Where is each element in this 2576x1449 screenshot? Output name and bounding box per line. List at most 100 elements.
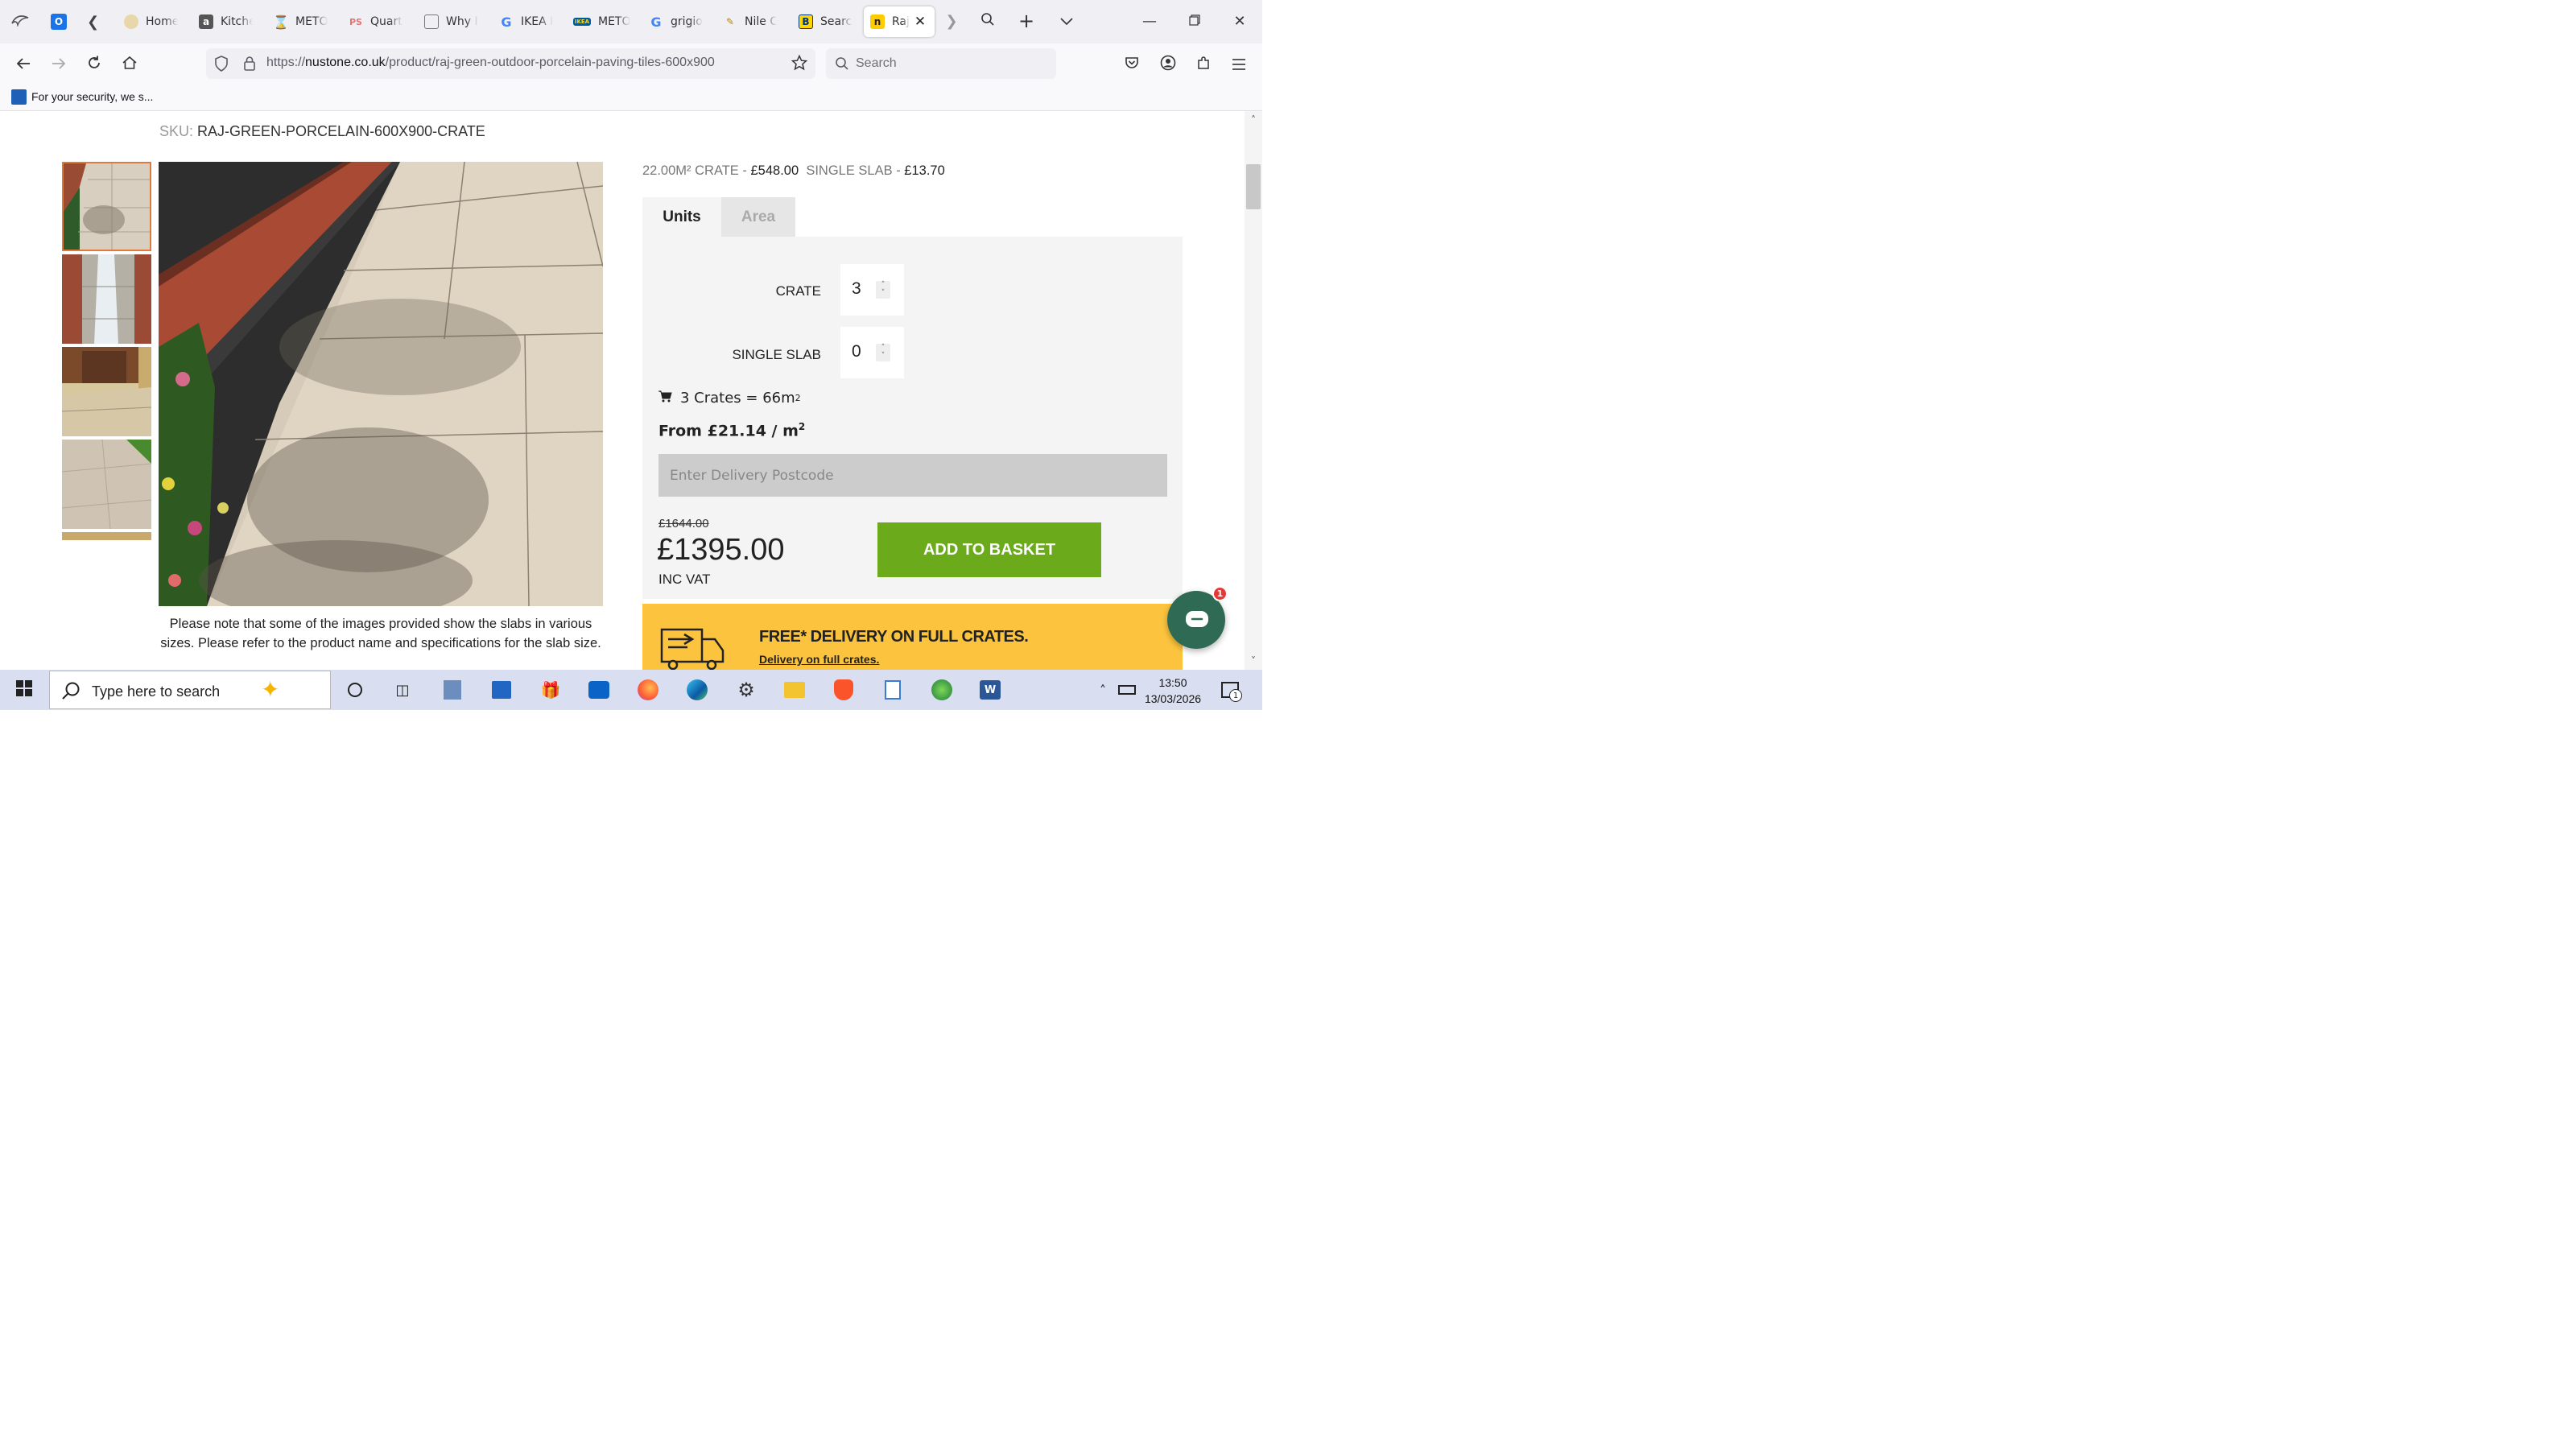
taskbar-app-edge[interactable] [685, 678, 709, 702]
taskbar-app-word[interactable]: W [978, 678, 1002, 702]
new-tab-button[interactable]: + [1017, 10, 1036, 32]
main-product-image[interactable] [159, 162, 603, 606]
tab-home[interactable]: Home [124, 6, 178, 37]
tab-search[interactable]: B Searcl [799, 6, 852, 37]
extensions-button[interactable] [1192, 53, 1215, 76]
crate-label: CRATE [775, 283, 821, 299]
url-bar[interactable]: https://nustone.co.uk/product/raj-green-… [206, 48, 815, 79]
taskbar-app-notepad[interactable] [440, 678, 464, 702]
battery-icon [1118, 685, 1136, 695]
url-text[interactable]: https://nustone.co.uk/product/raj-green-… [266, 56, 715, 70]
crate-summary: 3 Crates = 66m 2 [658, 390, 801, 407]
taskbar-app-document[interactable] [881, 678, 905, 702]
thumbnail-5[interactable] [62, 532, 151, 540]
outlook-icon [588, 681, 609, 699]
search-icon [980, 12, 995, 31]
spinner-arrows-icon[interactable]: ˄ ˅ [876, 281, 890, 299]
minimize-button[interactable]: — [1140, 11, 1159, 31]
notification-center-button[interactable]: 1 [1218, 678, 1242, 702]
delivery-info-link[interactable]: Delivery on full crates. [759, 653, 879, 666]
crate-quantity-stepper[interactable]: 3 ˄ ˅ [840, 264, 904, 316]
scroll-up-icon[interactable]: ˄ [1247, 114, 1260, 127]
tab-kitchen[interactable]: a Kitche [199, 6, 253, 37]
tab-nile[interactable]: ✎ Nile C [723, 6, 777, 37]
crate-quantity-value[interactable]: 3 [852, 279, 861, 299]
back-button[interactable] [12, 53, 35, 76]
scroll-down-icon[interactable]: ˅ [1247, 655, 1260, 668]
puzzle-icon [1196, 55, 1211, 74]
thumbnail-3[interactable] [62, 347, 151, 436]
home-button[interactable] [118, 53, 141, 76]
price-summary: 22.00M² CRATE - £548.00 SINGLE SLAB - £1… [642, 163, 945, 178]
taskbar-app-outlook[interactable] [587, 678, 611, 702]
delivery-banner: FREE* DELIVERY ON FULL CRATES. Delivery … [642, 604, 1183, 670]
taskbar-search-box[interactable]: Type here to search ✦ [49, 671, 331, 709]
search-tabs-button[interactable] [978, 11, 997, 31]
tabs-scroll-left-button[interactable]: ❮ [87, 6, 103, 37]
tab-meto-1[interactable]: ⌛ METO [274, 6, 328, 37]
spinner-arrows-icon[interactable]: ˄ ˅ [876, 344, 890, 361]
document-icon [885, 680, 901, 700]
thumbnail-2[interactable] [62, 254, 151, 344]
thumbnail-4[interactable] [62, 440, 151, 529]
tracking-protection-icon[interactable] [214, 56, 229, 75]
bookmark-star-icon[interactable] [791, 54, 808, 74]
task-view-button[interactable]: ◫ [390, 678, 415, 702]
taskbar-app-brave[interactable] [832, 678, 856, 702]
tab-grigio[interactable]: G grigio [649, 6, 702, 37]
slab-quantity-stepper[interactable]: 0 ˄ ˅ [840, 327, 904, 378]
restore-button[interactable] [1185, 11, 1204, 31]
close-tab-icon[interactable]: ✕ [914, 14, 926, 30]
pencil-icon: ✎ [725, 16, 735, 27]
tab-ikea[interactable]: G IKEA I [499, 6, 553, 37]
add-to-basket-button[interactable]: ADD TO BASKET [877, 522, 1101, 577]
arrow-right-icon [52, 55, 66, 74]
taskbar-app-gift[interactable]: 🎁 [539, 678, 563, 702]
tab-why[interactable]: Why I [424, 6, 478, 37]
tabs-scroll-right-button[interactable]: ❯ [942, 11, 961, 31]
lock-icon[interactable] [243, 56, 256, 75]
scrollbar-thumb[interactable] [1246, 164, 1261, 209]
minimize-icon: — [1142, 12, 1157, 30]
globe-icon [931, 679, 952, 700]
tab-units[interactable]: Units [642, 197, 721, 237]
taskbar-app-settings[interactable]: ⚙ [734, 678, 758, 702]
taskbar-app-store[interactable] [489, 678, 514, 702]
list-all-tabs-button[interactable] [1057, 11, 1076, 31]
tab-outlook-pinned[interactable]: O [51, 6, 74, 37]
tab-meto-2[interactable]: IKEA METO [573, 6, 630, 37]
app-menu-button[interactable] [1228, 53, 1250, 76]
grid-icon [424, 14, 439, 29]
security-notification[interactable]: For your security, we s... [31, 90, 153, 103]
navigation-toolbar: https://nustone.co.uk/product/raj-green-… [0, 43, 1262, 84]
tab-raj-active[interactable]: n Raj ✕ [864, 6, 935, 37]
arrow-left-icon [16, 55, 31, 74]
taskbar-app-maps[interactable] [930, 678, 954, 702]
close-window-button[interactable]: ✕ [1230, 11, 1249, 31]
battery-status[interactable] [1115, 678, 1139, 702]
purchase-panel: CRATE 3 ˄ ˅ SINGLE SLAB 0 ˄ ˅ 3 Crates = 6… [642, 237, 1183, 599]
tab-quartz[interactable]: PS Quart [349, 6, 402, 37]
account-button[interactable] [1157, 53, 1179, 76]
start-button[interactable] [12, 678, 36, 702]
clock[interactable]: 13:50 13/03/2026 [1143, 675, 1203, 707]
page-scrollbar[interactable]: ˄ ˅ [1245, 111, 1262, 670]
delivery-postcode-input[interactable] [658, 454, 1167, 497]
show-hidden-icons-button[interactable]: ˄ [1091, 678, 1115, 702]
thumbnail-1[interactable] [62, 162, 151, 251]
cortana-button[interactable] [343, 678, 367, 702]
pocket-button[interactable] [1121, 53, 1143, 76]
clock-date: 13/03/2026 [1144, 692, 1202, 705]
original-price: £1644.00 [658, 517, 709, 530]
firefox-view-button[interactable] [11, 6, 29, 37]
taskbar-app-file-explorer[interactable] [782, 678, 807, 702]
price-per-m2: From £21.14 / m2 [658, 421, 806, 440]
search-bar[interactable]: Search [826, 48, 1056, 79]
slab-quantity-value[interactable]: 0 [852, 342, 861, 361]
tab-area[interactable]: Area [721, 197, 795, 237]
forward-button[interactable] [47, 53, 70, 76]
cart-icon [658, 390, 672, 407]
chevron-down-icon [1060, 13, 1073, 30]
taskbar-app-firefox[interactable] [636, 678, 660, 702]
reload-button[interactable] [83, 53, 105, 76]
